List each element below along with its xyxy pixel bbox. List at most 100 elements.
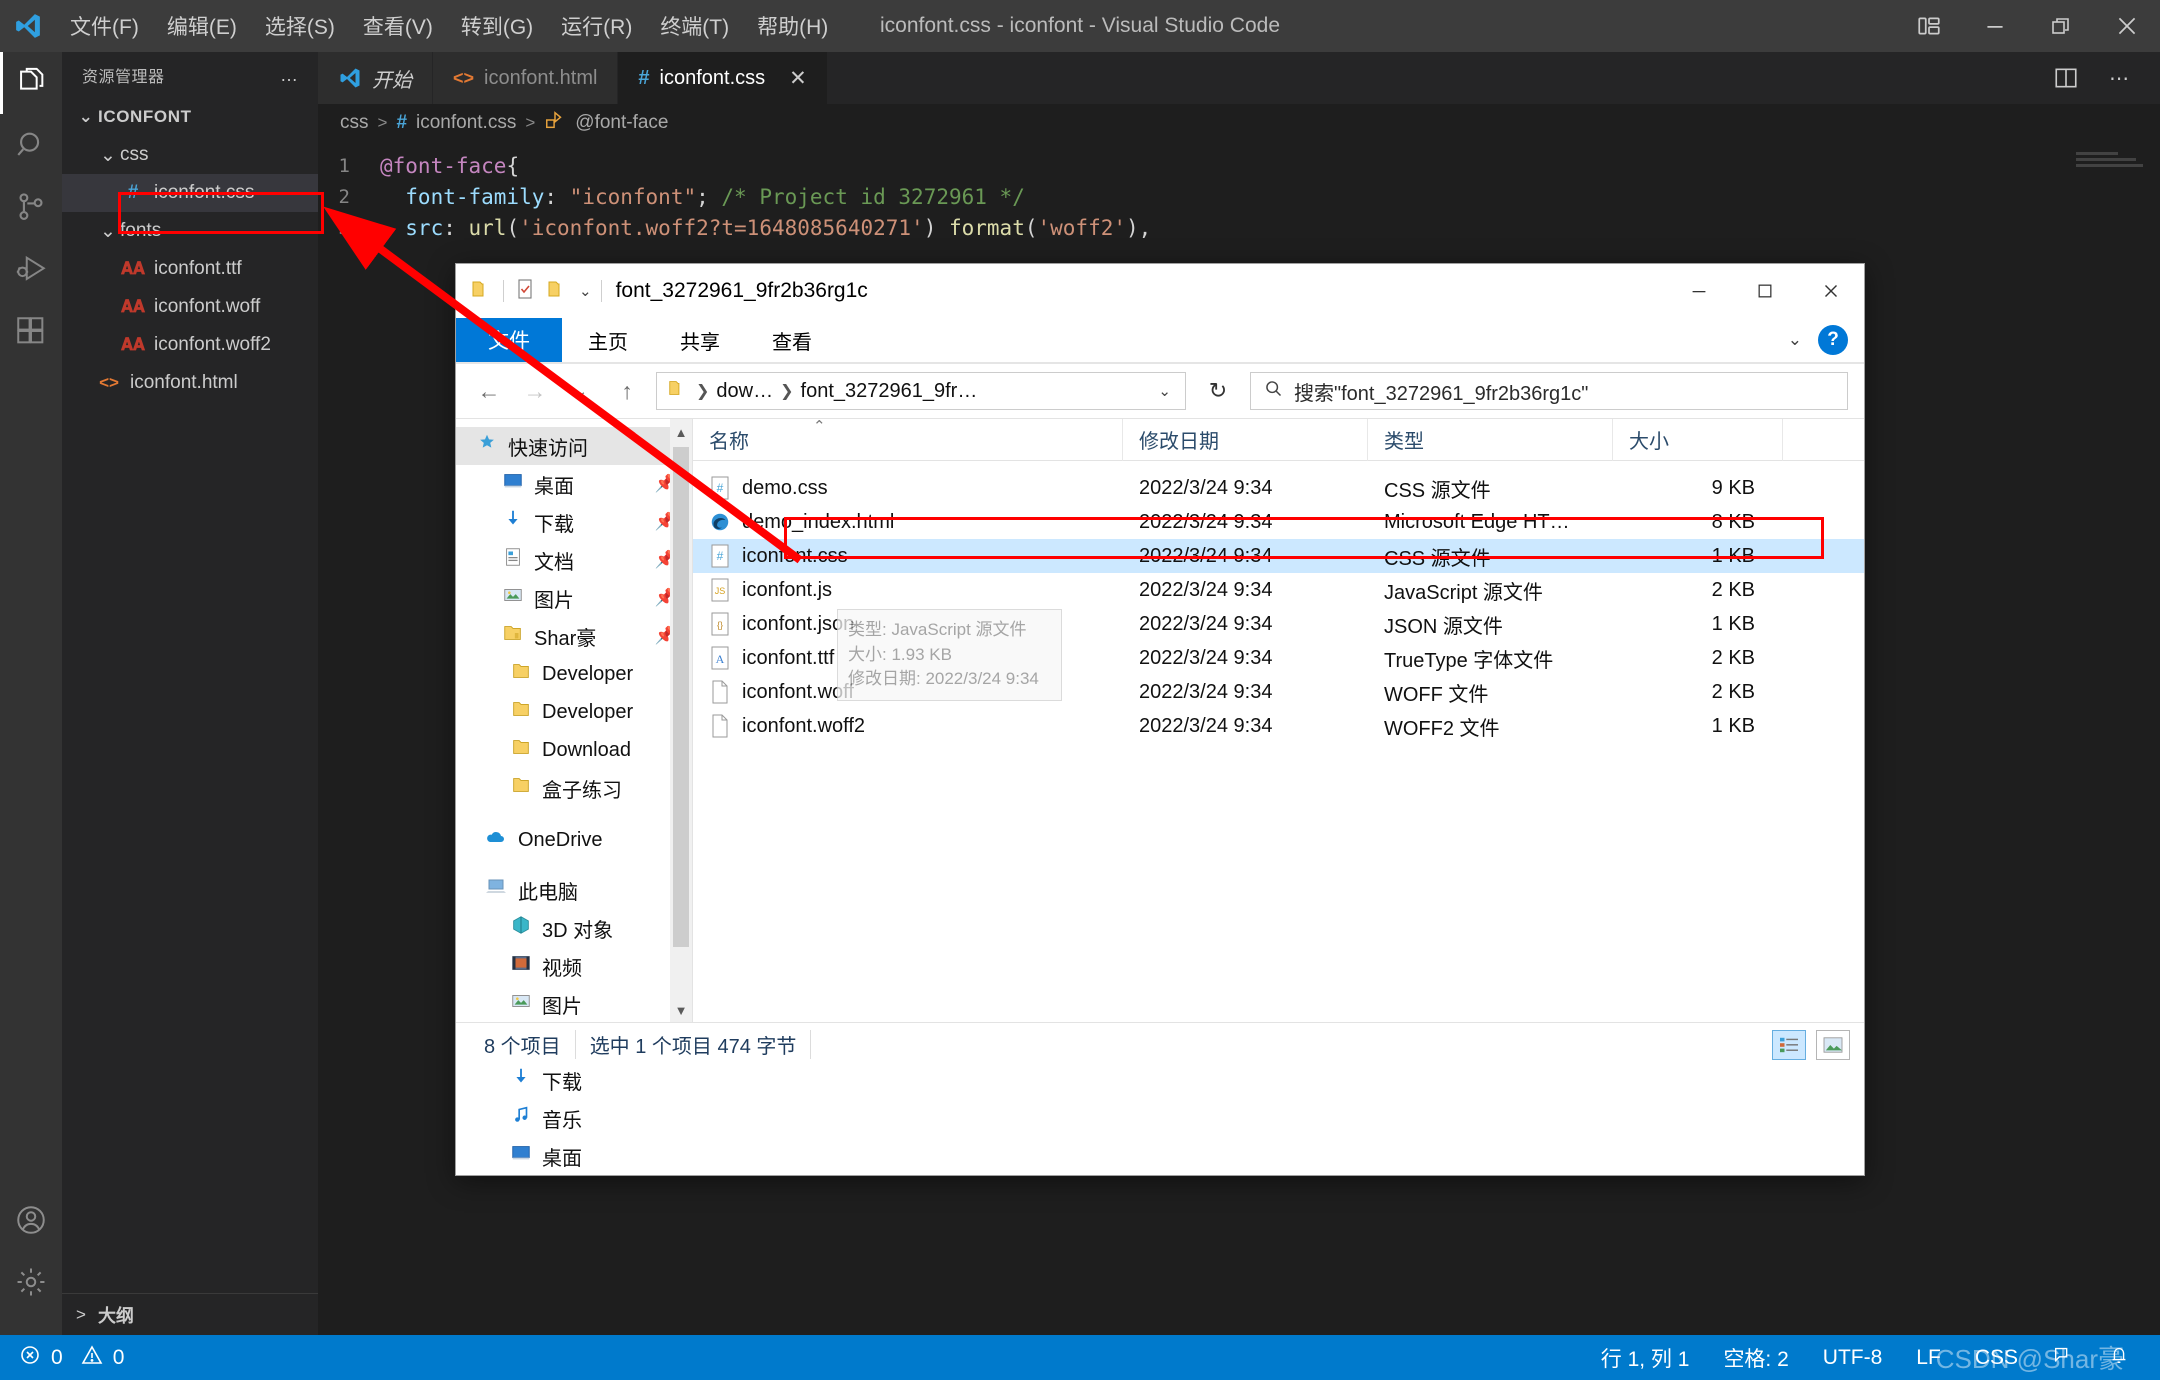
nav-item-desktop-pc[interactable]: 桌面 xyxy=(456,1137,692,1175)
tree-folder-fonts[interactable]: ⌄ fonts xyxy=(62,212,318,250)
more-actions-icon[interactable]: ⋯ xyxy=(2096,52,2144,104)
refresh-button[interactable]: ↻ xyxy=(1198,372,1238,410)
nav-item-videos[interactable]: 视频 xyxy=(456,947,692,985)
breadcrumb-item-file[interactable]: iconfont.css xyxy=(416,112,516,134)
sidebar-item-extensions[interactable] xyxy=(0,300,62,362)
account-icon[interactable] xyxy=(0,1189,62,1251)
table-row[interactable]: iconfont.woff2 2022/3/24 9:34 WOFF2 文件 1… xyxy=(693,709,1864,743)
split-editor-icon[interactable] xyxy=(2042,52,2090,104)
code-editor[interactable]: 1 @font-face { 2 font-family: "iconfont"… xyxy=(318,142,2160,243)
activity-bar[interactable] xyxy=(0,52,62,1335)
ribbon-right-actions[interactable]: ⌄ ? xyxy=(1788,318,1864,362)
back-button[interactable]: ← xyxy=(472,374,506,408)
customize-caret-icon[interactable]: ⌄ xyxy=(579,282,592,300)
tree-root-iconfont[interactable]: ⌄ ICONFONT xyxy=(62,98,318,136)
menu-item-run[interactable]: 运行(R) xyxy=(547,0,646,52)
nav-item-download-folder[interactable]: Download xyxy=(456,731,692,769)
new-folder-icon[interactable] xyxy=(546,277,570,306)
sidebar-more-icon[interactable]: … xyxy=(280,65,300,86)
outline-section[interactable]: > 大纲 xyxy=(62,1293,318,1335)
quick-access-toolbar[interactable]: ⌄ xyxy=(470,277,602,306)
ribbon-tab-file[interactable]: 文件 xyxy=(456,318,562,362)
forward-button[interactable]: → xyxy=(518,374,552,408)
editor-actions[interactable]: ⋯ xyxy=(2042,52,2160,104)
file-explorer-window[interactable]: ⌄ font_3272961_9fr2b36rg1c 文件 主页 共享 查看 ⌄… xyxy=(455,263,1865,1176)
column-header-size[interactable]: 大小 xyxy=(1613,418,1783,461)
encoding[interactable]: UTF-8 xyxy=(1823,1346,1883,1370)
ribbon-tab-share[interactable]: 共享 xyxy=(654,318,746,362)
table-row[interactable]: JS iconfont.js 2022/3/24 9:34 JavaScript… xyxy=(693,573,1864,607)
file-name-cell[interactable]: # iconfont.css xyxy=(693,539,1123,573)
language-mode[interactable]: CSS xyxy=(1975,1346,2018,1370)
tab-iconfont-css[interactable]: # iconfont.css ✕ xyxy=(618,52,828,104)
gear-icon[interactable] xyxy=(0,1251,62,1313)
tree-file-iconfont-woff[interactable]: 𝐀𝐀 iconfont.woff xyxy=(62,288,318,326)
menu-item-file[interactable]: 文件(F) xyxy=(56,0,153,52)
minimap[interactable] xyxy=(2076,152,2146,186)
nav-item-developer-1[interactable]: Developer xyxy=(456,655,692,693)
breadcrumb-item-css[interactable]: css xyxy=(340,112,369,134)
sidebar-item-search[interactable] xyxy=(0,114,62,176)
nav-item-developer-2[interactable]: Developer xyxy=(456,693,692,731)
sidebar-item-explorer[interactable] xyxy=(0,52,62,114)
tree-file-iconfont-css[interactable]: # iconfont.css xyxy=(62,174,318,212)
nav-item-documents[interactable]: 文档 📌 xyxy=(456,541,692,579)
details-view-button[interactable] xyxy=(1772,1029,1806,1060)
properties-icon[interactable] xyxy=(513,277,537,306)
explorer-navigation-bar[interactable]: ← → ⌄ ↑ ❯ dow… ❯ font_3272961_9fr… ⌄ ↻ 搜… xyxy=(456,364,1864,418)
column-header-type[interactable]: 类型 xyxy=(1368,418,1613,461)
up-button[interactable]: ↑ xyxy=(610,374,644,408)
file-list-pane[interactable]: 名称 ⌃ 修改日期 类型 大小 # demo.css 2022/3/24 9:3… xyxy=(692,418,1864,1022)
bell-icon[interactable] xyxy=(2108,1344,2130,1372)
view-mode-buttons[interactable] xyxy=(1772,1029,1850,1060)
table-row[interactable]: # iconfont.css 2022/3/24 9:34 CSS 源文件 1 … xyxy=(693,539,1864,573)
address-bar[interactable]: ❯ dow… ❯ font_3272961_9fr… ⌄ xyxy=(656,372,1186,410)
menu-item-edit[interactable]: 编辑(E) xyxy=(153,0,251,52)
tree-folder-css[interactable]: ⌄ css xyxy=(62,136,318,174)
close-icon[interactable] xyxy=(2094,0,2160,52)
file-name-cell[interactable]: # demo.css xyxy=(693,471,1123,505)
folder-icon[interactable] xyxy=(470,277,494,306)
nav-item-downloads[interactable]: 下载 📌 xyxy=(456,503,692,541)
recent-locations-button[interactable]: ⌄ xyxy=(564,374,598,408)
ribbon-tab-view[interactable]: 查看 xyxy=(746,318,838,362)
maximize-icon[interactable] xyxy=(1732,264,1798,318)
tree-file-iconfont-woff2[interactable]: 𝐀𝐀 iconfont.woff2 xyxy=(62,326,318,364)
scroll-up-icon[interactable]: ▲ xyxy=(670,419,692,445)
nav-item-onedrive[interactable]: OneDrive xyxy=(456,821,692,859)
vscode-status-bar[interactable]: 0 0 行 1, 列 1 空格: 2 UTF-8 LF CSS CSDN @Sh… xyxy=(0,1335,2160,1380)
table-row[interactable]: demo_index.html 2022/3/24 9:34 Microsoft… xyxy=(693,505,1864,539)
breadcrumb[interactable]: css > # iconfont.css > @font-face xyxy=(318,104,2160,142)
file-name-cell[interactable]: demo_index.html xyxy=(693,505,1123,539)
minimize-icon[interactable] xyxy=(1666,264,1732,318)
sidebar-item-run-debug[interactable] xyxy=(0,238,62,300)
tree-file-iconfont-html[interactable]: <> iconfont.html xyxy=(62,364,318,402)
menu-item-terminal[interactable]: 终端(T) xyxy=(646,0,743,52)
table-row[interactable]: # demo.css 2022/3/24 9:34 CSS 源文件 9 KB xyxy=(693,471,1864,505)
close-icon[interactable] xyxy=(1798,264,1864,318)
large-icons-view-button[interactable] xyxy=(1816,1029,1850,1060)
breadcrumb-item-symbol[interactable]: @font-face xyxy=(575,112,668,134)
tab-iconfont-html[interactable]: <> iconfont.html xyxy=(433,52,619,104)
nav-item-downloads-pc[interactable]: 下载 xyxy=(456,1061,692,1099)
file-name-cell[interactable]: JS iconfont.js xyxy=(693,573,1123,607)
file-name-cell[interactable]: iconfont.woff2 xyxy=(693,709,1123,743)
close-icon[interactable]: ✕ xyxy=(789,66,807,91)
scroll-down-icon[interactable]: ▼ xyxy=(670,997,692,1023)
explorer-window-controls[interactable] xyxy=(1666,264,1864,318)
indentation[interactable]: 空格: 2 xyxy=(1723,1343,1788,1373)
nav-item-quick-access[interactable]: 快速访问 xyxy=(456,427,692,465)
nav-item-this-pc[interactable]: 此电脑 xyxy=(456,871,692,909)
menu-item-go[interactable]: 转到(G) xyxy=(447,0,547,52)
nav-item-box-practice[interactable]: 盒子练习 xyxy=(456,769,692,807)
file-list-header[interactable]: 名称 ⌃ 修改日期 类型 大小 xyxy=(693,418,1864,461)
collapse-ribbon-caret-icon[interactable]: ⌄ xyxy=(1788,330,1802,350)
restore-icon[interactable] xyxy=(2028,0,2094,52)
nav-item-3d-objects[interactable]: 3D 对象 xyxy=(456,909,692,947)
explorer-ribbon-tabs[interactable]: 文件 主页 共享 查看 ⌄ ? xyxy=(456,318,1864,362)
feedback-icon[interactable] xyxy=(2052,1344,2074,1372)
status-problems[interactable]: 0 0 xyxy=(0,1343,124,1373)
address-dropdown-icon[interactable]: ⌄ xyxy=(1158,382,1179,400)
menu-item-selection[interactable]: 选择(S) xyxy=(251,0,349,52)
nav-item-music[interactable]: 音乐 xyxy=(456,1099,692,1137)
